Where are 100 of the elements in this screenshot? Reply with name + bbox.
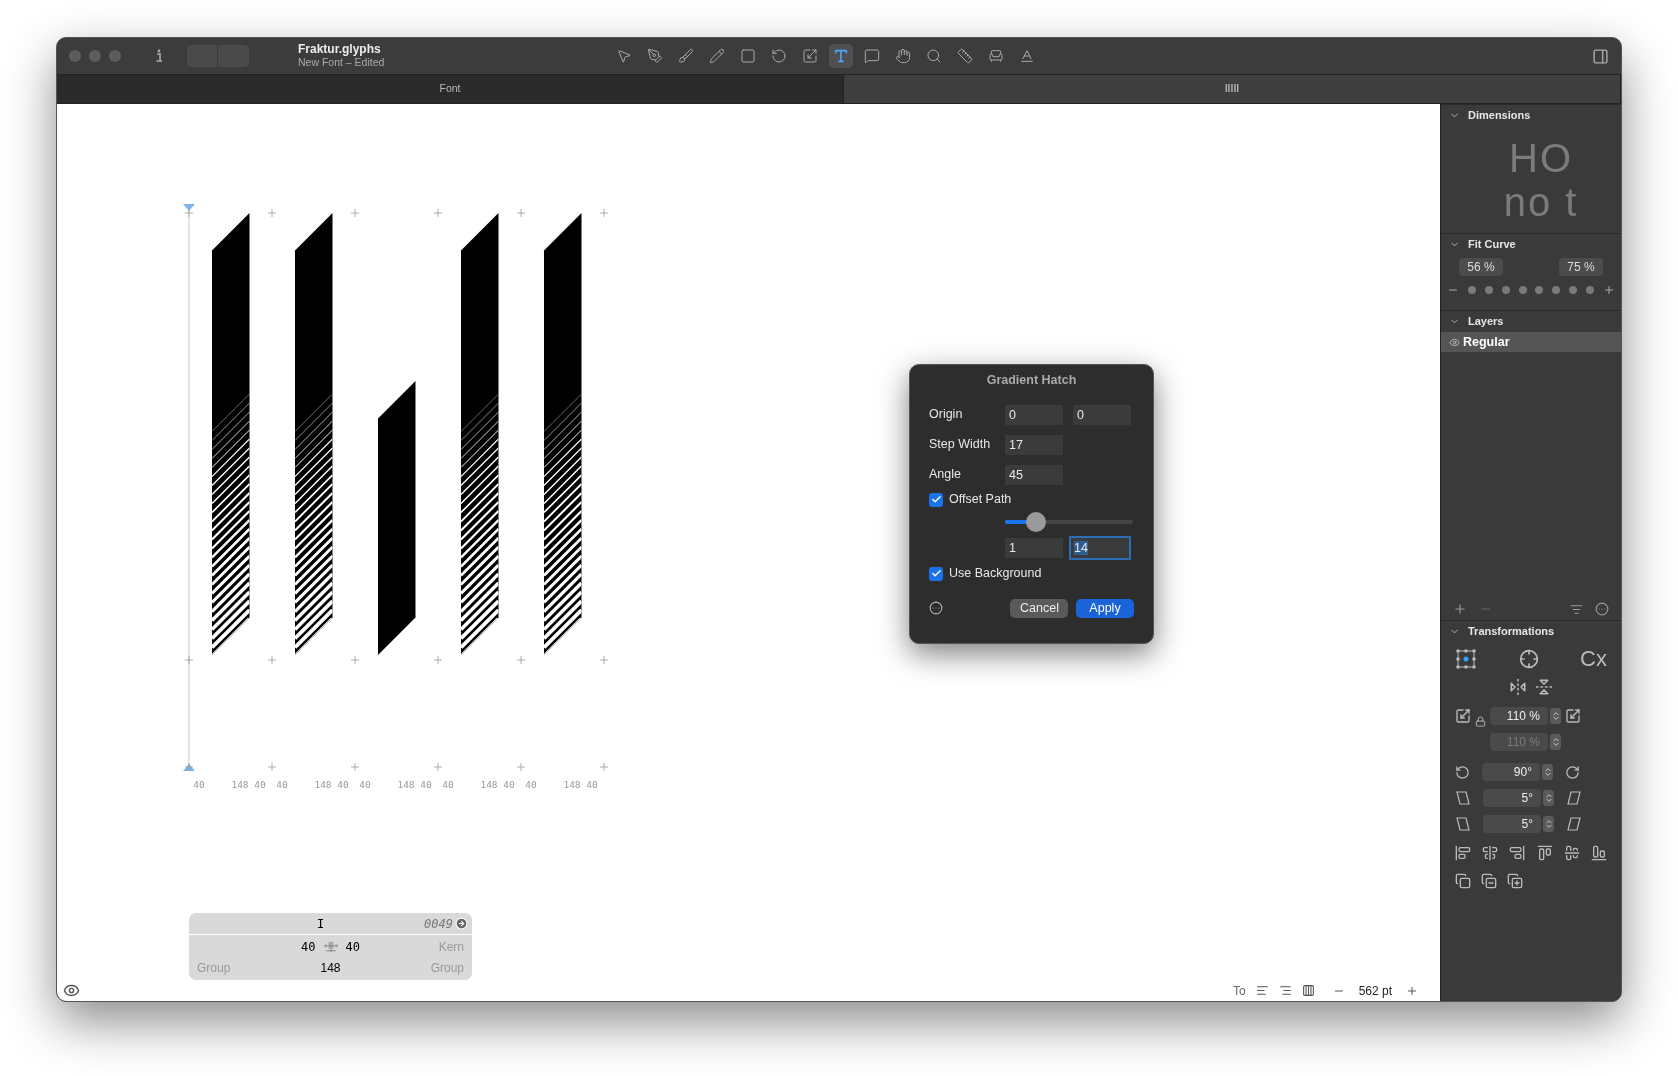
skew-up-icon[interactable]	[1566, 816, 1582, 832]
slider-thumb[interactable]	[1025, 511, 1046, 532]
filter-icon[interactable]	[1570, 602, 1583, 616]
flip-vertical-icon[interactable]	[1535, 678, 1553, 696]
input-field[interactable]: 45	[1005, 464, 1063, 485]
stepper[interactable]	[1543, 790, 1554, 806]
field-label: Step Width	[929, 436, 992, 454]
value-field[interactable]: 110 %	[1490, 706, 1548, 725]
metric-label: 148	[480, 779, 498, 790]
glyph-width[interactable]: 148	[301, 958, 360, 977]
pencil-icon	[709, 48, 726, 64]
align-right-icon[interactable]	[1278, 984, 1292, 997]
columns-icon[interactable]	[1301, 984, 1315, 997]
section-title: Transformations	[1468, 624, 1555, 640]
right-sidebearing[interactable]: 40	[345, 938, 360, 957]
fit-value[interactable]: 56 %	[1459, 258, 1503, 276]
window-title: Fraktur.glyphs	[298, 43, 382, 56]
metric-label: 148	[397, 779, 415, 790]
value-field[interactable]: 5°	[1483, 815, 1541, 833]
pen-icon	[647, 48, 664, 64]
input-field[interactable]: 14	[1069, 535, 1131, 560]
search-icon	[926, 48, 943, 64]
input-field[interactable]: 0	[1005, 404, 1063, 425]
metric-label: 40	[193, 779, 205, 790]
layer-item[interactable]: Regular	[1441, 332, 1621, 352]
crosshair-icon[interactable]	[1518, 649, 1539, 669]
value-field[interactable]: 90°	[1482, 763, 1540, 781]
input-field[interactable]: 0	[1073, 404, 1131, 425]
stepper-arrows-icon	[1543, 793, 1554, 803]
scale-icon	[802, 48, 819, 64]
flip-horizontal-icon[interactable]	[1509, 678, 1527, 696]
eye-icon[interactable]	[1449, 336, 1460, 348]
slant-right-icon[interactable]	[1566, 790, 1582, 806]
tool-button[interactable]	[829, 44, 854, 68]
window-subtitle: New Font – Edited	[298, 56, 385, 69]
tab[interactable]: Font	[57, 75, 844, 103]
align-right-icon[interactable]	[1509, 845, 1526, 861]
checkbox-label: Use Background	[949, 565, 1042, 583]
sidebar-toggle-icon[interactable]	[1592, 47, 1609, 65]
eye-icon[interactable]	[63, 982, 80, 999]
info-icon[interactable]	[155, 49, 163, 63]
rotate-right-icon[interactable]	[1565, 764, 1580, 780]
more-icon[interactable]	[929, 601, 943, 616]
checkbox[interactable]	[929, 566, 943, 581]
input-field[interactable]: 17	[1005, 434, 1063, 455]
metric-label: 148	[231, 779, 249, 790]
plus-icon[interactable]	[1602, 284, 1615, 296]
subtract-icon[interactable]	[1481, 873, 1497, 889]
fit-value[interactable]: 75 %	[1559, 258, 1603, 276]
pointer-icon	[616, 48, 633, 64]
kern-label: Kern	[437, 939, 464, 957]
speech-bubble-icon	[864, 48, 881, 64]
left-group-label: Group	[197, 959, 232, 977]
ruler-icon	[957, 48, 974, 64]
union-icon[interactable]	[1455, 873, 1471, 889]
brush-icon	[678, 48, 695, 64]
bounding-box-icon[interactable]	[1455, 648, 1477, 670]
add-layer-icon[interactable]	[1453, 602, 1467, 616]
chair-icon	[988, 48, 1005, 64]
rotate-left-icon[interactable]	[1455, 764, 1470, 780]
skew-down-icon[interactable]	[1455, 816, 1471, 832]
left-sidebearing[interactable]: 40	[301, 938, 316, 957]
apply-button[interactable]: Apply	[1076, 598, 1134, 618]
align-center-icon[interactable]	[1482, 845, 1499, 861]
align-top-icon[interactable]	[1536, 845, 1553, 861]
zoom-value[interactable]: 562 pt	[1354, 981, 1396, 1000]
align-left-icon[interactable]	[1455, 845, 1471, 861]
stepper[interactable]	[1550, 734, 1561, 750]
text-icon	[833, 48, 850, 64]
value-field[interactable]: 5°	[1483, 789, 1541, 807]
glyph-name[interactable]: I	[317, 914, 325, 933]
stepper-arrows-icon	[1543, 819, 1554, 829]
text-options-icon[interactable]: To	[1232, 981, 1246, 1000]
slider[interactable]	[1005, 511, 1133, 532]
intersect-icon[interactable]	[1507, 873, 1523, 889]
slant-left-icon[interactable]	[1455, 790, 1471, 806]
metric-label: 40	[337, 779, 349, 790]
components-icon[interactable]: Cx	[1580, 648, 1607, 670]
align-bottom-icon[interactable]	[1590, 845, 1607, 861]
metric-label: 40	[276, 779, 288, 790]
align-middle-icon[interactable]	[1563, 845, 1580, 861]
cancel-button[interactable]: Cancel	[1010, 598, 1068, 618]
lock-icon[interactable]	[1475, 716, 1486, 727]
zoom-in-icon[interactable]	[1406, 984, 1418, 997]
metric-label: 148	[563, 779, 581, 790]
metric-label: 40	[586, 779, 598, 790]
hand-icon	[895, 48, 912, 64]
scale-down-icon[interactable]	[1455, 707, 1471, 724]
sample-text: HO	[1509, 135, 1573, 180]
metric-label: 40	[442, 779, 454, 790]
stepper[interactable]	[1542, 764, 1553, 780]
more-icon[interactable]	[1595, 602, 1609, 616]
input-field[interactable]: 1	[1005, 537, 1063, 558]
stepper[interactable]	[1543, 816, 1554, 832]
align-left-icon[interactable]	[1255, 984, 1269, 997]
checkbox[interactable]	[929, 492, 943, 507]
scale-up-icon[interactable]	[1565, 707, 1581, 724]
field-label: Origin	[929, 406, 964, 424]
tab[interactable]: IIIII	[844, 75, 1621, 103]
stepper[interactable]	[1550, 707, 1561, 724]
